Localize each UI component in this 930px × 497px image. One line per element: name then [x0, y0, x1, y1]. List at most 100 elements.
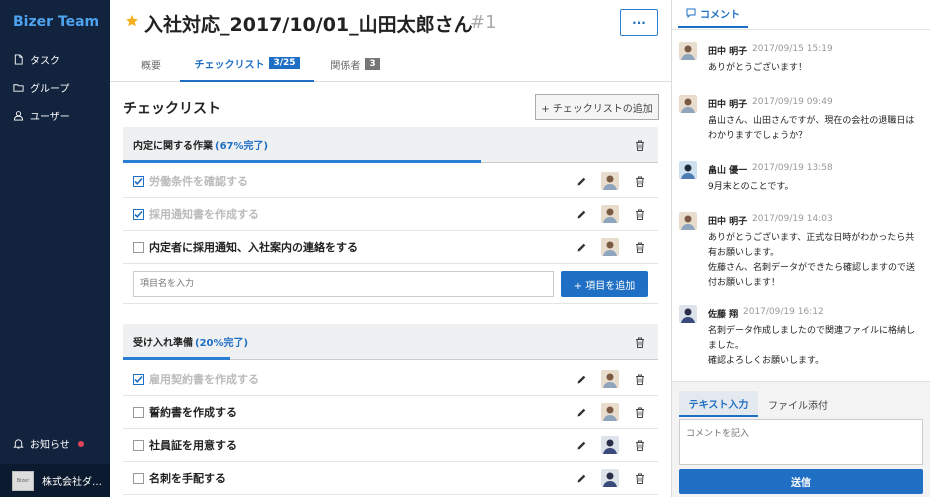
company-avatar: Bizer — [12, 470, 34, 491]
item-label: 労働条件を確認する — [149, 175, 248, 188]
comment-body: 名刺データ作成しましたので関連ファイルに格納し ました。 確認よろしくお願いしま… — [708, 324, 924, 369]
assignee-avatar[interactable] — [601, 469, 619, 487]
sidebar-item-groups[interactable]: グループ — [13, 78, 69, 96]
pencil-icon[interactable] — [576, 440, 587, 451]
checkbox-checked[interactable] — [133, 208, 144, 220]
avatar — [679, 95, 697, 113]
trash-icon[interactable] — [635, 140, 645, 151]
pencil-icon[interactable] — [576, 176, 587, 187]
comment-body: ありがとうございます！ — [708, 61, 924, 76]
send-button[interactable]: 送信 — [679, 469, 923, 494]
tab-overview[interactable]: 概要 — [123, 46, 179, 82]
tab-label: チェックリスト — [194, 59, 265, 71]
pencil-icon[interactable] — [576, 242, 587, 253]
tab-members[interactable]: 関係者 3 — [315, 46, 395, 82]
group-progress-bar — [123, 160, 482, 163]
comment-compose: テキスト入力 ファイル添付 送信 — [672, 381, 930, 497]
pencil-icon[interactable] — [576, 473, 587, 484]
assignee-avatar[interactable] — [601, 370, 619, 388]
comment-input[interactable] — [679, 419, 923, 465]
checkbox[interactable] — [133, 439, 144, 451]
checkbox[interactable] — [133, 406, 144, 418]
trash-icon[interactable] — [635, 473, 645, 484]
checklist-item[interactable]: 雇用契約書を作成する — [123, 363, 658, 396]
more-options-button[interactable]: ··· — [620, 9, 658, 36]
tab-label: 概要 — [141, 60, 161, 72]
checkbox[interactable] — [133, 241, 144, 253]
tab-text-input[interactable]: テキスト入力 — [679, 391, 758, 417]
comment-line: ありがとうございます！ — [708, 63, 808, 73]
tab-file-attach[interactable]: ファイル添付 — [760, 391, 836, 417]
assignee-avatar[interactable] — [601, 172, 619, 190]
comment-time: 2017/09/15 15:19 — [752, 44, 833, 54]
item-label: 誓約書を作成する — [149, 406, 237, 419]
divider — [672, 29, 930, 30]
checklist-item[interactable]: 名刺を手配する — [123, 462, 658, 495]
assignee-avatar[interactable] — [601, 403, 619, 421]
trash-icon[interactable] — [635, 209, 645, 220]
file-icon — [14, 53, 23, 65]
trash-icon[interactable] — [635, 440, 645, 451]
pencil-icon[interactable] — [576, 407, 587, 418]
comment-author: 田中 明子 — [708, 217, 748, 227]
sidebar-item-label: ユーザー — [30, 111, 70, 123]
trash-icon[interactable] — [635, 337, 645, 348]
avatar — [679, 161, 697, 179]
tab-label: コメント — [700, 9, 740, 21]
trash-icon[interactable] — [635, 242, 645, 253]
comment-body: ありがとうございます、正式な日時がわかったら共 有お願いします。 佐藤さん、名刺… — [708, 231, 924, 291]
group-progress-label: (20%完了) — [195, 338, 249, 349]
user-icon — [13, 110, 24, 121]
pencil-icon[interactable] — [576, 374, 587, 385]
star-icon[interactable] — [125, 14, 139, 28]
notification-dot — [78, 441, 84, 447]
company-switcher[interactable]: Bizer 株式会社ダ… — [0, 464, 110, 497]
checkbox-checked[interactable] — [133, 373, 144, 385]
tab-checklist[interactable]: チェックリスト 3/25 — [180, 46, 314, 82]
assignee-avatar[interactable] — [601, 436, 619, 454]
item-label: 雇用契約書を作成する — [149, 373, 259, 386]
checklist-item[interactable]: 採用通知書を作成する — [123, 198, 658, 231]
tab-comments[interactable]: コメント — [678, 0, 748, 28]
avatar — [679, 212, 697, 230]
sidebar-item-label: グループ — [30, 83, 70, 95]
assignee-avatar[interactable] — [601, 238, 619, 256]
comment-author: 畠山 優一 — [708, 166, 748, 176]
checklist-item[interactable]: 労働条件を確認する — [123, 165, 658, 198]
group-title: 受け入れ準備 — [133, 338, 193, 349]
checklist-count-badge: 3/25 — [269, 57, 300, 69]
company-name: 株式会社ダ… — [42, 477, 102, 488]
checklist-content: チェックリスト + チェックリストの追加 内定に関する作業 (67%完了) 労働… — [110, 82, 671, 497]
task-tabs: 概要 チェックリスト 3/25 関係者 3 — [110, 46, 671, 82]
checkbox-checked[interactable] — [133, 175, 144, 187]
assignee-avatar[interactable] — [601, 205, 619, 223]
page-title: 入社対応_2017/10/01_山田太郎さん — [144, 14, 473, 36]
item-label: 名刺を手配する — [149, 472, 226, 485]
avatar — [679, 305, 697, 323]
sidebar-item-users[interactable]: ユーザー — [13, 106, 70, 124]
comment-time: 2017/09/19 14:03 — [752, 214, 833, 224]
item-label: 社員証を用意する — [149, 439, 237, 452]
sidebar-item-notices[interactable]: お知らせ — [13, 436, 70, 451]
trash-icon[interactable] — [635, 407, 645, 418]
comment-time: 2017/09/19 13:58 — [752, 163, 833, 173]
ticket-number: #1 — [470, 12, 497, 33]
add-checklist-button[interactable]: + チェックリストの追加 — [535, 94, 659, 120]
checklist-item[interactable]: 社員証を用意する — [123, 429, 658, 462]
brand-logo[interactable]: Bizer Team — [13, 14, 99, 30]
comment-line: 付お願いします！ — [708, 278, 781, 288]
comments-panel: コメント 田中 明子 2017/09/15 15:19 ありがとうございます！ … — [672, 0, 930, 497]
trash-icon[interactable] — [635, 374, 645, 385]
add-item-button[interactable]: + 項目を追加 — [561, 271, 648, 297]
trash-icon[interactable] — [635, 176, 645, 187]
checkbox[interactable] — [133, 472, 144, 484]
sidebar-item-tasks[interactable]: タスク — [13, 50, 60, 68]
checklist-item[interactable]: 内定者に採用通知、入社案内の連絡をする — [123, 231, 658, 264]
checklist-item[interactable]: 誓約書を作成する — [123, 396, 658, 429]
comment-icon — [686, 8, 696, 18]
avatar — [679, 42, 697, 60]
pencil-icon[interactable] — [576, 209, 587, 220]
item-name-input[interactable] — [133, 271, 554, 297]
comment-line: 佐藤さん、名刺データができたら確認しますので送 — [708, 263, 916, 273]
group-title: 内定に関する作業 — [133, 141, 213, 152]
